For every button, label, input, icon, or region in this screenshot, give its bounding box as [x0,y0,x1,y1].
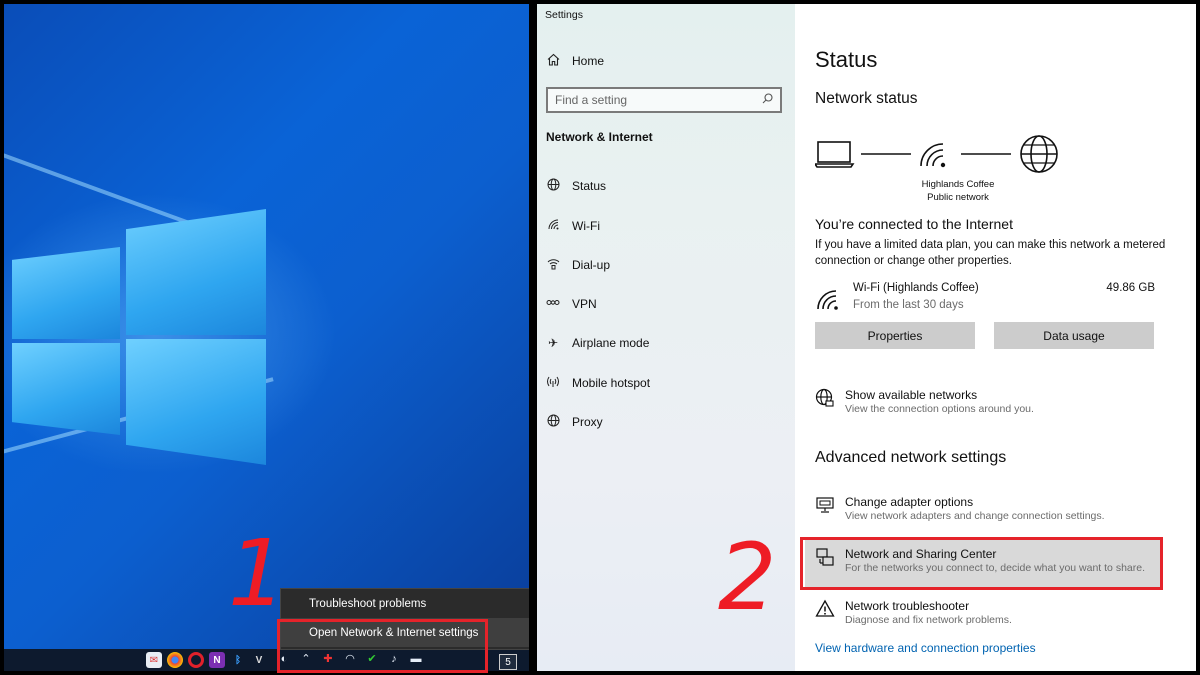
network-diagram: Highlands Coffee Public network [815,134,1065,214]
warning-icon [815,599,835,619]
network-name: Highlands Coffee [921,179,995,190]
vpn-icon [545,296,561,312]
wifi-icon [817,290,841,315]
connected-description: If you have a limited data plan, you can… [815,239,1166,267]
link-title: Network troubleshooter [845,599,970,613]
sidebar-item-dialup[interactable]: Dial-up [545,257,610,273]
airplane-icon: ✈ [547,336,559,350]
search-icon [762,93,773,107]
search-input[interactable]: Find a setting [546,87,782,113]
network-status-heading: Network status [815,90,918,107]
connection-period: From the last 30 days [853,299,964,311]
globe-icon [545,178,561,194]
chrome-icon[interactable] [167,652,183,668]
link-title: Change adapter options [845,495,974,509]
highlight-box [800,537,1163,590]
show-networks-link[interactable]: Show available networks View the connect… [815,388,1185,420]
dialup-icon [545,257,561,273]
highlight-box [277,619,488,673]
wifi-icon [545,218,561,234]
bluetooth-icon[interactable]: ᛒ [230,652,246,668]
sidebar-item-home[interactable]: Home [545,53,604,69]
monitor-icon [815,495,835,515]
data-usage-button[interactable]: Data usage [994,322,1154,349]
network-type: Public network [927,192,989,203]
sidebar-item-label: Status [572,179,607,193]
sidebar-item-label: Airplane mode [572,336,650,350]
sidebar-item-status[interactable]: Status [545,178,606,194]
globe-network-icon [815,388,835,408]
step-number: 1 [228,520,287,627]
sidebar-item-wifi[interactable]: Wi-Fi [545,218,600,234]
step-number: 2 [718,524,777,631]
hardware-properties-link[interactable]: View hardware and connection properties [815,641,1036,655]
hotspot-icon [545,375,561,391]
sidebar-item-vpn[interactable]: VPN [545,296,597,312]
sidebar-item-label: Proxy [572,415,603,429]
properties-button[interactable]: Properties [815,322,975,349]
sidebar-item-label: Wi-Fi [572,219,600,233]
settings-window: Settings Home Find a setting Network & I… [537,4,1196,671]
sidebar-item-mobile-hotspot[interactable]: Mobile hotspot [545,375,650,391]
home-icon [545,53,561,69]
menu-item-troubleshoot[interactable]: Troubleshoot problems [281,589,529,618]
connected-heading: You’re connected to the Internet [815,216,1013,232]
sidebar-item-proxy[interactable]: Proxy [545,414,603,430]
page-title: Status [815,47,878,72]
data-usage-value: 49.86 GB [1106,282,1155,294]
link-description: View the connection options around you. [845,403,1034,415]
section-title: Network & Internet [546,130,653,144]
sidebar-item-label: Home [572,54,605,68]
sidebar-item-label: Mobile hotspot [572,376,651,390]
link-title: Show available networks [845,388,978,402]
sidebar-item-label: VPN [572,297,597,311]
globe-icon [1020,135,1058,173]
globe-icon [545,414,561,430]
laptop-icon [815,141,855,168]
mail-icon[interactable]: ✉ [146,652,162,668]
network-troubleshooter-link[interactable]: Network troubleshooter Diagnose and fix … [815,599,1185,631]
link-description: Diagnose and fix network problems. [845,614,1012,626]
link-description: View network adapters and change connect… [845,510,1105,522]
change-adapter-options-link[interactable]: Change adapter options View network adap… [815,495,1185,527]
search-placeholder: Find a setting [555,93,628,107]
wifi-icon [920,143,946,168]
connection-name: Wi-Fi (Highlands Coffee) [853,282,979,294]
network-name-label: Highlands Coffee Public network [903,178,1013,204]
advanced-settings-heading: Advanced network settings [815,449,1007,466]
sidebar-item-airplane-mode[interactable]: ✈ Airplane mode [545,336,649,350]
vivaldi-icon[interactable]: V [251,652,267,668]
onenote-icon[interactable]: N [209,652,225,668]
window-title: Settings [545,9,583,21]
notification-center-icon[interactable]: 5 [499,654,517,670]
sidebar-item-label: Dial-up [572,258,611,272]
connection-row: Wi-Fi (Highlands Coffee) From the last 3… [815,282,1155,318]
opera-icon[interactable] [188,652,204,668]
windows-logo [12,209,267,467]
